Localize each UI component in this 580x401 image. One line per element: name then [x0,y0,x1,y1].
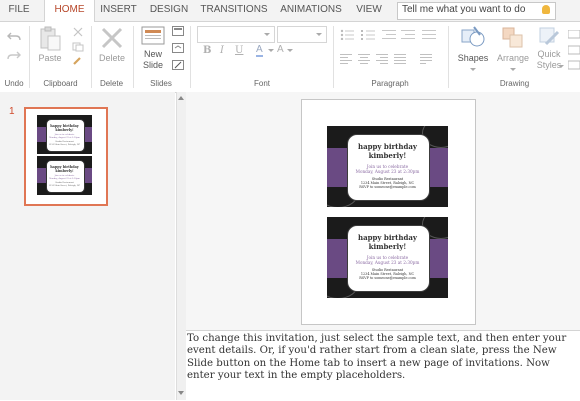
chevron-down-icon [558,65,564,68]
tab-design[interactable]: DESIGN [144,0,194,21]
invitation-card-top[interactable]: happy birthday kimberly! Join us to cele… [327,126,448,207]
group-label-font: Font [253,79,270,88]
thumbnail-card-title-name: kimberly! [55,169,74,173]
group-label-drawing: Drawing [499,79,530,88]
speaker-notes-pane[interactable]: To change this invitation, just select t… [186,330,580,401]
tab-home[interactable]: HOME [44,0,95,22]
slide-editing-canvas: happy birthday kimberly! Join us to cele… [186,92,580,330]
card-date-line[interactable]: Monday, August 23 at 2:30pm [327,260,448,265]
slide-number: 1 [9,106,15,117]
arrange-button[interactable]: Arrange [495,53,531,63]
lightbulb-icon [542,5,550,14]
thumbnail-card-title-name: kimberly! [55,128,74,132]
tab-transitions[interactable]: TRANSITIONS [198,0,270,21]
new-slide-line1[interactable]: New [136,49,170,59]
shapes-icon[interactable] [460,25,486,49]
tab-animations[interactable]: ANIMATIONS [275,0,347,21]
chevron-down-icon [470,68,476,71]
scroll-up-icon[interactable] [178,96,184,100]
decrease-indent-icon[interactable] [382,29,396,40]
card-title[interactable]: happy birthday [327,233,448,242]
text-direction-icon[interactable] [420,54,432,64]
ribbon-divider [29,26,30,88]
edit-background-icon[interactable] [172,60,184,71]
card-rsvp[interactable]: RSVP to someone@example.com [327,276,448,280]
chevron-down-icon [316,33,322,36]
align-left-icon[interactable] [340,54,352,64]
card-title-name[interactable]: kimberly! [327,151,448,160]
line-spacing-icon[interactable] [422,29,436,40]
delete-button[interactable]: Delete [95,53,129,63]
numbering-icon[interactable] [361,29,375,40]
arrange-icon[interactable] [502,27,524,49]
card-title[interactable]: happy birthday [327,142,448,151]
increase-indent-icon[interactable] [401,29,415,40]
card-rsvp[interactable]: RSVP to someone@example.com [327,185,448,189]
thumbnail-card-venue: Studio Restaurant [55,141,74,143]
font-size-dropdown[interactable] [277,26,327,43]
ribbon: Undo Paste Clipboard Delete Delete New S… [0,22,580,93]
chevron-down-icon[interactable] [268,49,274,52]
slide-thumbnail[interactable]: happy birthday kimberly! Join us to cele… [24,107,108,206]
invitation-card-bottom[interactable]: happy birthday kimberly! Join us to cele… [327,217,448,298]
font-color-icon[interactable]: A [256,44,263,57]
redo-icon[interactable] [7,49,21,61]
thumbnail-card-line: Join us to celebrate [54,175,75,177]
thumbnail-card-address: 1234 Main Street, Raleigh, NC [48,144,81,146]
underline-icon[interactable]: U [235,45,243,56]
thumbnail-card-line: Monday, August 23 at 2:30pm [49,178,80,180]
align-right-icon[interactable] [376,54,388,64]
thumbnail-scrollbar[interactable] [176,92,186,400]
quick-styles-icon[interactable] [538,26,560,48]
italic-icon[interactable]: I [220,45,224,56]
speaker-notes-text[interactable]: To change this invitation, just select t… [187,333,579,382]
thumbnail-card-venue: Studio Restaurant [55,182,74,184]
thumbnail-card-line: Monday, August 23 at 2:30pm [49,137,80,139]
card-title-name[interactable]: kimberly! [327,242,448,251]
format-painter-icon[interactable] [72,56,84,66]
bold-icon[interactable]: B [203,45,211,56]
decrease-font-icon[interactable]: A [277,44,284,55]
thumbnail-card-top: happy birthday kimberly! Join us to cele… [37,115,92,154]
slide[interactable]: happy birthday kimberly! Join us to cele… [301,99,476,325]
reset-slide-icon[interactable] [172,43,184,54]
tab-insert[interactable]: INSERT [96,0,141,21]
slide-thumbnail-pane: 1 happy birthday kimberly! Join us to ce… [0,92,186,400]
paste-icon[interactable] [40,26,62,52]
group-label-delete: Delete [99,79,124,88]
cut-icon[interactable] [72,27,84,37]
paste-button[interactable]: Paste [34,53,66,63]
shape-fill-icons[interactable] [568,30,580,70]
font-name-dropdown[interactable] [197,26,275,43]
group-label-paragraph: Paragraph [371,79,409,88]
tab-view[interactable]: VIEW [351,0,387,21]
new-slide-icon[interactable] [141,26,165,46]
chevron-down-icon [264,33,270,36]
justify-icon[interactable] [394,54,406,64]
chevron-down-icon [510,68,516,71]
delete-icon[interactable] [100,27,124,49]
tell-me-placeholder: Tell me what you want to do [402,4,526,15]
group-label-undo: Undo [4,79,24,88]
thumbnail-card-address: 1234 Main Street, Raleigh, NC [48,185,81,187]
thumbnail-card-bottom: happy birthday kimberly! Join us to cele… [37,156,92,195]
chevron-down-icon[interactable] [287,49,293,52]
bullets-icon[interactable] [340,29,354,40]
group-label-clipboard: Clipboard [43,79,78,88]
new-slide-line2[interactable]: Slide [136,60,170,70]
thumbnail-card-line: Join us to celebrate [54,134,75,136]
card-date-line[interactable]: Monday, August 23 at 2:30pm [327,169,448,174]
shapes-button[interactable]: Shapes [454,53,492,63]
slide-layout-icon[interactable] [172,26,184,37]
tab-file[interactable]: FILE [0,0,38,21]
copy-icon[interactable] [72,42,84,52]
ribbon-divider [190,26,191,88]
ribbon-tab-bar: FILE HOME INSERT DESIGN TRANSITIONS ANIM… [0,0,580,22]
group-label-slides: Slides [150,79,172,88]
align-center-icon[interactable] [358,54,370,64]
undo-icon[interactable] [7,30,21,42]
quick-styles-line1[interactable]: Quick [531,49,567,59]
scroll-down-icon[interactable] [178,391,184,395]
tell-me-search-box[interactable]: Tell me what you want to do [397,2,556,20]
